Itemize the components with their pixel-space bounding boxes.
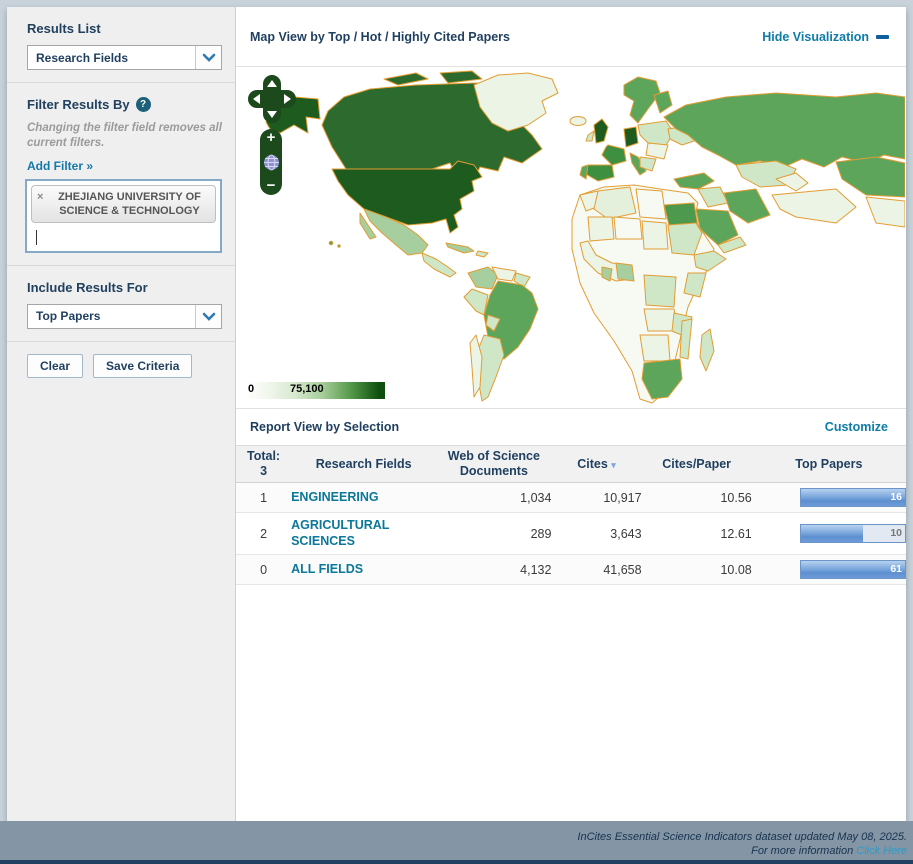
legend-min-label: 0 bbox=[248, 383, 254, 395]
filter-results-label: Filter Results By bbox=[27, 97, 130, 112]
results-list-dropdown[interactable]: Research Fields bbox=[27, 45, 222, 70]
globe-icon[interactable] bbox=[263, 154, 280, 171]
dataset-updated-text: InCites Essential Science Indicators dat… bbox=[577, 830, 907, 844]
map-section-header: Map View by Top / Hot / Highly Cited Pap… bbox=[236, 7, 906, 67]
hide-visualization-label: Hide Visualization bbox=[762, 30, 869, 44]
chevron-down-icon[interactable] bbox=[195, 305, 221, 328]
cites-label: Cites bbox=[577, 457, 608, 471]
bar-fill bbox=[801, 525, 863, 542]
map-legend: 0 75,100 bbox=[246, 382, 385, 399]
top-papers-value: 10 bbox=[890, 527, 902, 539]
map-zoom-control[interactable]: + − bbox=[260, 129, 282, 195]
cites-value: 10,917 bbox=[551, 483, 641, 513]
results-list-section: Results List Research Fields bbox=[7, 7, 235, 83]
remove-filter-icon[interactable]: × bbox=[37, 190, 43, 204]
table-row: 0 ALL FIELDS 4,132 41,658 10.08 61 bbox=[236, 555, 906, 585]
cites-value: 41,658 bbox=[551, 555, 641, 585]
total-label: Total: bbox=[236, 449, 291, 464]
report-view-title: Report View by Selection bbox=[250, 420, 399, 434]
filter-hint-text: Changing the filter field removes all cu… bbox=[27, 121, 222, 151]
field-link[interactable]: AGRICULTURAL SCIENCES bbox=[291, 518, 436, 549]
column-research-fields[interactable]: Research Fields bbox=[291, 446, 436, 483]
cites-value: 3,643 bbox=[551, 513, 641, 555]
row-rank: 0 bbox=[236, 555, 291, 585]
cites-per-paper-value: 10.56 bbox=[642, 483, 752, 513]
top-papers-bar: 10 bbox=[800, 524, 906, 543]
sidebar: Results List Research Fields Filter Resu… bbox=[7, 7, 236, 821]
save-criteria-button[interactable]: Save Criteria bbox=[93, 354, 192, 378]
field-link[interactable]: ALL FIELDS bbox=[291, 562, 363, 578]
chevron-down-icon[interactable] bbox=[195, 46, 221, 69]
include-results-selected-value: Top Papers bbox=[36, 309, 100, 323]
filter-results-heading: Filter Results By ? bbox=[27, 97, 222, 112]
sort-descending-icon: ▾ bbox=[611, 460, 616, 470]
help-icon[interactable]: ? bbox=[136, 97, 151, 112]
include-results-section: Include Results For Top Papers bbox=[7, 266, 235, 342]
total-value: 3 bbox=[236, 464, 291, 479]
world-map[interactable]: + − 0 75,100 bbox=[236, 67, 906, 408]
include-results-heading: Include Results For bbox=[27, 280, 222, 295]
column-documents[interactable]: Web of Science Documents bbox=[436, 446, 551, 483]
table-header-row: Total: 3 Research Fields Web of Science … bbox=[236, 446, 906, 483]
legend-max-label: 75,100 bbox=[290, 383, 324, 395]
click-here-link[interactable]: Click Here bbox=[856, 845, 907, 857]
column-cites-sorted[interactable]: Cites ▾ bbox=[551, 446, 641, 483]
cites-per-paper-value: 10.08 bbox=[642, 555, 752, 585]
filter-input-box[interactable]: × ZHEJIANG UNIVERSITY OF SCIENCE & TECHN… bbox=[25, 179, 222, 253]
clear-button[interactable]: Clear bbox=[27, 354, 83, 378]
more-info-text: For more information bbox=[751, 845, 853, 857]
main-panel: Map View by Top / Hot / Highly Cited Pap… bbox=[236, 7, 906, 821]
row-rank: 2 bbox=[236, 513, 291, 555]
bottom-bar bbox=[0, 860, 913, 864]
top-papers-value: 16 bbox=[890, 491, 902, 503]
table-row: 2 AGRICULTURAL SCIENCES 289 3,643 12.61 … bbox=[236, 513, 906, 555]
customize-link[interactable]: Customize bbox=[825, 420, 888, 434]
zoom-out-button[interactable]: − bbox=[267, 179, 276, 193]
collapse-icon bbox=[876, 35, 889, 39]
documents-value: 4,132 bbox=[436, 555, 551, 585]
field-link[interactable]: ENGINEERING bbox=[291, 490, 379, 506]
include-results-dropdown[interactable]: Top Papers bbox=[27, 304, 222, 329]
results-list-selected-value: Research Fields bbox=[36, 51, 128, 65]
top-papers-bar: 61 bbox=[800, 560, 906, 579]
row-rank: 1 bbox=[236, 483, 291, 513]
filter-tag[interactable]: × ZHEJIANG UNIVERSITY OF SCIENCE & TECHN… bbox=[31, 185, 216, 224]
sidebar-actions: Clear Save Criteria bbox=[7, 342, 235, 378]
report-table: Total: 3 Research Fields Web of Science … bbox=[236, 445, 906, 585]
hide-visualization-link[interactable]: Hide Visualization bbox=[762, 30, 889, 44]
column-total: Total: 3 bbox=[236, 446, 291, 483]
column-cites-per-paper[interactable]: Cites/Paper bbox=[642, 446, 752, 483]
text-cursor bbox=[36, 230, 37, 245]
report-section-header: Report View by Selection Customize bbox=[236, 408, 906, 445]
zoom-in-button[interactable]: + bbox=[267, 131, 276, 145]
top-papers-value: 61 bbox=[890, 563, 902, 575]
documents-value: 289 bbox=[436, 513, 551, 555]
filter-tag-label: ZHEJIANG UNIVERSITY OF SCIENCE & TECHNOL… bbox=[58, 191, 201, 217]
map-pan-control[interactable] bbox=[248, 75, 296, 123]
table-row: 1 ENGINEERING 1,034 10,917 10.56 16 bbox=[236, 483, 906, 513]
choropleth-map[interactable] bbox=[236, 67, 905, 408]
results-list-heading: Results List bbox=[27, 21, 222, 36]
column-top-papers[interactable]: Top Papers bbox=[752, 446, 906, 483]
map-view-title: Map View by Top / Hot / Highly Cited Pap… bbox=[250, 30, 510, 44]
add-filter-link[interactable]: Add Filter » bbox=[27, 159, 93, 173]
filter-section: Filter Results By ? Changing the filter … bbox=[7, 83, 235, 266]
top-papers-bar: 16 bbox=[800, 488, 906, 507]
documents-value: 1,034 bbox=[436, 483, 551, 513]
cites-per-paper-value: 12.61 bbox=[642, 513, 752, 555]
footer: InCites Essential Science Indicators dat… bbox=[0, 821, 913, 864]
app-window: Results List Research Fields Filter Resu… bbox=[7, 7, 906, 821]
